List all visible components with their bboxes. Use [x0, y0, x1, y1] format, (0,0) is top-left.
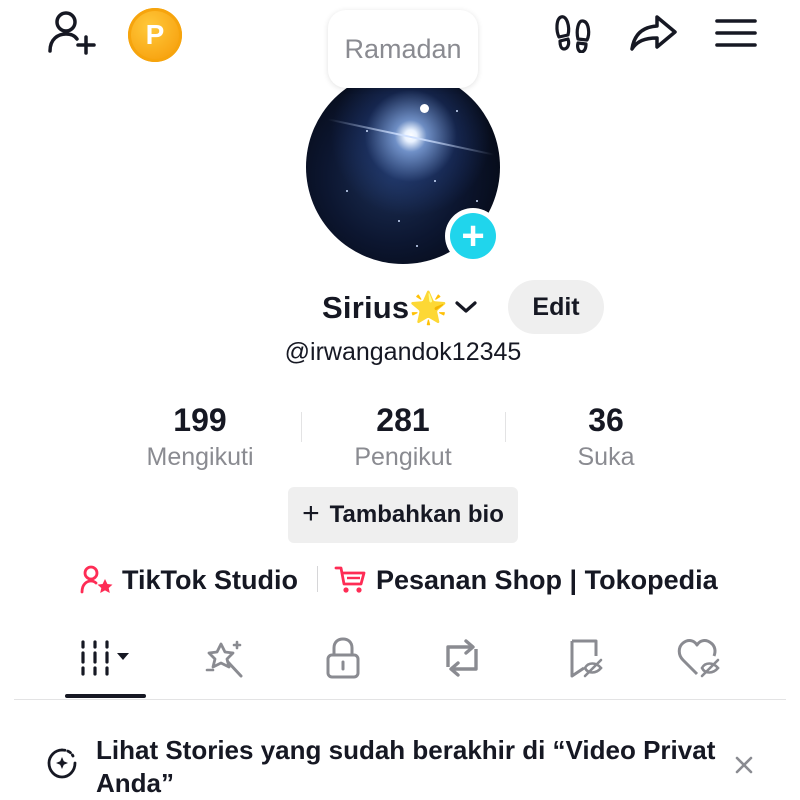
video-grid-icon	[81, 640, 129, 676]
heart-hidden-icon	[677, 639, 720, 678]
sparkle-icon	[205, 640, 243, 678]
username: @irwangandok12345	[284, 338, 522, 366]
followers-count: 281	[376, 402, 430, 438]
shopping-cart-icon	[334, 566, 366, 593]
tiktok-studio-label: TikTok Studio	[122, 564, 299, 595]
display-name-row[interactable]: Sirius🌟	[322, 284, 478, 330]
coin-icon: P	[145, 19, 165, 50]
link-divider	[317, 566, 318, 592]
plus-icon: +	[302, 496, 320, 530]
active-tab-indicator	[65, 694, 146, 698]
stories-banner-text: Lihat Stories yang sudah berakhir di “Vi…	[96, 735, 716, 798]
stat-followers[interactable]: 281 Pengikut	[303, 400, 503, 472]
chevron-down-icon	[455, 301, 477, 313]
profile-views-button[interactable]	[548, 10, 598, 56]
tab-liked[interactable]	[650, 628, 750, 688]
tab-effects[interactable]	[175, 628, 275, 688]
tab-reposts[interactable]	[412, 628, 512, 688]
lock-icon	[326, 637, 360, 679]
display-name: Sirius🌟	[322, 289, 449, 325]
stat-likes[interactable]: 36 Suka	[506, 400, 706, 472]
bookmark-hidden-icon	[570, 639, 603, 678]
tab-videos[interactable]	[55, 628, 155, 688]
profile-note-bubble[interactable]: Ramadan	[328, 10, 478, 88]
tiktok-studio-link[interactable]: TikTok Studio	[80, 560, 298, 600]
add-friend-button[interactable]	[44, 8, 100, 56]
add-friend-icon	[48, 11, 96, 55]
avatar-light-ray	[327, 118, 495, 156]
story-add-icon	[47, 748, 77, 779]
stat-following[interactable]: 199 Mengikuti	[100, 400, 300, 472]
close-icon	[735, 756, 753, 774]
creator-star-icon	[80, 565, 113, 594]
share-icon	[630, 15, 677, 51]
add-bio-label: Tambahkan bio	[329, 501, 504, 528]
menu-icon	[715, 19, 757, 47]
banner-story-icon-wrap	[46, 748, 78, 780]
profile-note-text: Ramadan	[344, 33, 462, 64]
footprints-icon	[555, 15, 591, 53]
tab-divider	[14, 699, 786, 700]
edit-profile-button[interactable]: Edit	[508, 280, 604, 334]
stat-divider	[301, 412, 302, 442]
plus-icon: +	[450, 213, 496, 259]
likes-label: Suka	[577, 443, 635, 471]
tab-favorites[interactable]	[535, 628, 635, 688]
banner-close-button[interactable]	[728, 749, 760, 781]
following-label: Mengikuti	[146, 443, 254, 471]
menu-button[interactable]	[712, 10, 760, 56]
following-count: 199	[173, 402, 227, 438]
share-profile-button[interactable]	[626, 10, 682, 56]
add-bio-button[interactable]: + Tambahkan bio	[288, 487, 518, 543]
note-bubble-tail	[420, 104, 429, 113]
tab-private[interactable]	[293, 628, 393, 688]
repost-icon	[446, 639, 478, 677]
coin-button[interactable]: P	[128, 8, 182, 62]
add-story-button[interactable]: +	[445, 208, 501, 264]
shop-orders-link[interactable]: Pesanan Shop | Tokopedia	[334, 560, 718, 600]
likes-count: 36	[588, 402, 624, 438]
followers-label: Pengikut	[354, 443, 452, 471]
shop-orders-label: Pesanan Shop | Tokopedia	[376, 564, 718, 595]
dropdown-caret-icon	[117, 653, 129, 660]
